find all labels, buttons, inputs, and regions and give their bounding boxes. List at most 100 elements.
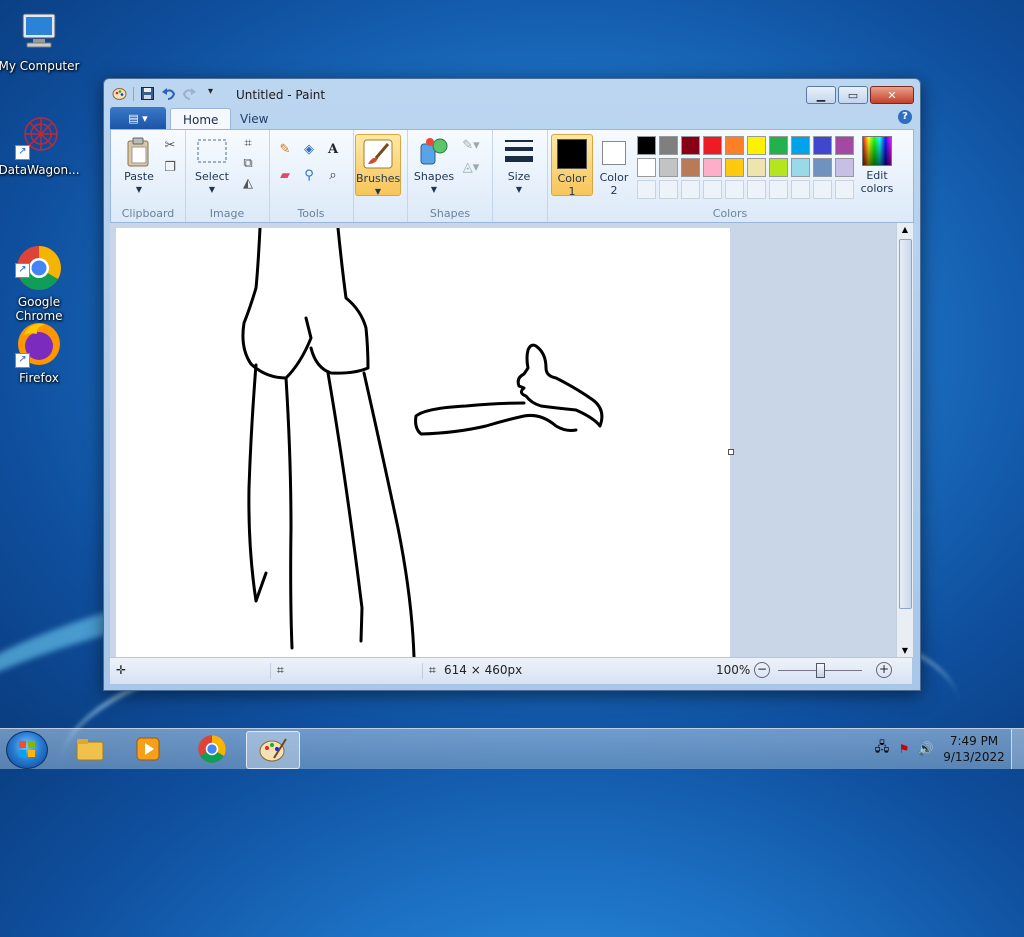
title-bar[interactable]: ▾ Untitled - Paint ▁ ▭ ✕ [104,79,920,109]
redo-icon[interactable] [182,86,197,101]
canvas-resize-handle[interactable] [728,449,734,455]
scrollbar-thumb[interactable] [899,239,912,609]
chrome-icon: ↗ [15,230,63,290]
resize-icon[interactable]: ⧉ [240,156,256,172]
palette-color-swatch[interactable] [791,136,810,155]
undo-icon[interactable] [161,86,176,101]
clock[interactable]: 7:49 PM 9/13/2022 [937,733,1011,765]
tab-home[interactable]: Home [170,108,232,130]
crop-icon[interactable]: ⌗ [240,136,256,152]
chevron-down-icon: ▼ [135,185,143,194]
pencil-icon[interactable]: ✎ [277,142,293,158]
palette-color-swatch[interactable] [747,136,766,155]
close-button[interactable]: ✕ [870,86,914,104]
tab-view[interactable]: View [228,108,280,129]
help-icon[interactable]: ? [898,110,912,124]
color2-button[interactable]: Color 2 [595,134,633,197]
maximize-button[interactable]: ▭ [838,86,868,104]
palette-color-swatch[interactable] [659,136,678,155]
outline-icon[interactable]: ✎▾ [460,138,482,154]
size-button[interactable]: Size ▼ [499,136,539,196]
desktop-icon-my-computer[interactable]: My Computer [0,8,82,73]
scroll-up-arrow-icon[interactable]: ▲ [897,225,913,234]
custom-color-slot[interactable] [637,180,656,199]
select-button[interactable]: Select ▼ [191,136,233,196]
custom-color-slot[interactable] [703,180,722,199]
fill-icon[interactable]: ◈ [301,142,317,158]
palette-color-swatch[interactable] [769,136,788,155]
eraser-icon[interactable]: ▰ [277,168,293,184]
palette-color-swatch[interactable] [637,136,656,155]
paste-button[interactable]: Paste ▼ [119,136,159,196]
palette-color-swatch[interactable] [769,158,788,177]
paint-app-icon[interactable] [112,86,127,101]
paint-palette-icon [259,738,287,762]
palette-color-swatch[interactable] [703,136,722,155]
color-spectrum-icon [862,136,892,166]
custom-color-slot[interactable] [725,180,744,199]
desktop-icon-google-chrome[interactable]: ↗ Google Chrome [0,216,82,337]
custom-color-slot[interactable] [659,180,678,199]
media-player-icon [136,737,160,761]
network-icon[interactable]: 🖧 [871,738,893,760]
custom-color-slot[interactable] [791,180,810,199]
customize-quick-access-icon[interactable]: ▾ [203,86,218,101]
minimize-button[interactable]: ▁ [806,86,836,104]
edit-colors-button[interactable]: Edit colors [855,134,899,195]
zoom-in-icon[interactable]: + [876,662,892,678]
start-button[interactable] [6,731,48,769]
cut-icon[interactable]: ✂ [162,138,178,154]
custom-color-slot[interactable] [835,180,854,199]
rotate-icon[interactable]: ◭ [240,176,256,192]
custom-color-slot[interactable] [681,180,700,199]
palette-color-swatch[interactable] [725,136,744,155]
taskbar-media-player[interactable] [122,731,174,767]
color1-label: Color [557,172,587,185]
palette-color-swatch[interactable] [835,136,854,155]
desktop-icon-datawagon[interactable]: ↗ DataWagon... [0,112,82,177]
ribbon-home: Paste ▼ ✂ ❐ Clipboard Select ▼ ⌗ ⧉ ◭ Ima… [110,129,914,223]
windows-logo-icon [19,741,35,757]
palette-color-swatch[interactable] [703,158,722,177]
drawing-strokes [241,226,604,657]
text-icon[interactable]: A [325,142,341,158]
palette-color-swatch[interactable] [681,136,700,155]
vertical-scrollbar[interactable]: ▲ ▼ [896,223,913,657]
desktop-icon-label: Google Chrome [15,295,63,323]
taskbar-paint[interactable] [246,731,300,769]
palette-color-swatch[interactable] [725,158,744,177]
custom-color-slot[interactable] [747,180,766,199]
palette-color-swatch[interactable] [637,158,656,177]
palette-color-swatch[interactable] [813,136,832,155]
save-icon[interactable] [140,86,155,101]
palette-color-swatch[interactable] [659,158,678,177]
drawing-canvas[interactable] [116,226,730,657]
palette-color-swatch[interactable] [681,158,700,177]
color1-button[interactable]: Color 1 [551,134,593,198]
palette-color-swatch[interactable] [791,158,810,177]
taskbar-explorer[interactable] [64,731,116,767]
scroll-down-arrow-icon[interactable]: ▼ [897,646,913,655]
desktop-icon-firefox[interactable]: ↗ Firefox [0,320,82,385]
datawagon-icon: ↗ [15,112,63,160]
shapes-button[interactable]: Shapes ▼ [412,136,456,196]
volume-icon[interactable]: 🔊 [915,742,937,757]
zoom-slider-thumb[interactable] [816,663,825,678]
magnifier-icon[interactable]: ⌕ [325,168,341,184]
copy-icon[interactable]: ❐ [162,160,178,176]
color-picker-icon[interactable]: ⚲ [301,168,317,184]
action-center-icon[interactable]: ⚑ [893,742,915,756]
paint-menu-button[interactable]: ▤ ▾ [110,107,166,129]
zoom-out-icon[interactable]: − [754,662,770,678]
taskbar-chrome[interactable] [186,731,238,767]
shape-fill-icon[interactable]: ◬▾ [460,160,482,176]
palette-color-swatch[interactable] [835,158,854,177]
show-desktop-button[interactable] [1011,729,1024,769]
palette-color-swatch[interactable] [747,158,766,177]
shapes-group: Shapes ▼ ✎▾ ◬▾ Shapes [407,130,493,222]
custom-color-slot[interactable] [813,180,832,199]
brushes-button[interactable]: Brushes ▼ [355,134,401,196]
shapes-label: Shapes [413,170,455,183]
palette-color-swatch[interactable] [813,158,832,177]
custom-color-slot[interactable] [769,180,788,199]
